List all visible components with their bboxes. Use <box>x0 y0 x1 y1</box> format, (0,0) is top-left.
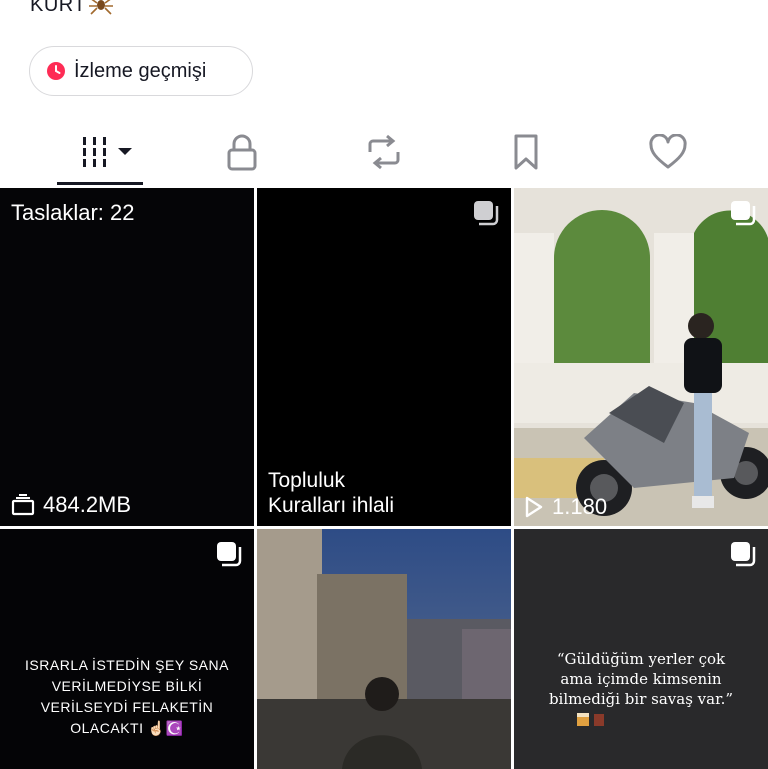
repost-icon <box>368 134 400 170</box>
heart-icon <box>649 134 687 169</box>
tab-favorites[interactable] <box>466 118 586 186</box>
quote-1-line3: VERİLSEYDİ FELAKETİN <box>40 699 214 715</box>
chevron-down-icon <box>118 148 132 155</box>
drafts-storage: 484.2MB <box>11 492 131 518</box>
quote-2-line3: bilmediği bir savaş var.” <box>548 690 734 708</box>
clock-icon <box>47 62 65 80</box>
profile-name: KURT <box>30 0 114 17</box>
lock-icon <box>227 134 257 171</box>
video-tile-quote-2[interactable]: “Güldüğüm yerler çok ama içimde kimsenin… <box>514 529 768 769</box>
violation-title-line2: Kuralları ihlali <box>268 494 395 517</box>
video-tile-city[interactable] <box>257 529 511 769</box>
quote-2-line1: “Güldüğüm yerler çok <box>556 650 726 668</box>
cigarette-icon <box>594 714 604 726</box>
quote-2-text: “Güldüğüm yerler çok ama içimde kimsenin… <box>514 649 768 727</box>
violation-title-line1: Topluluk <box>268 469 346 492</box>
quote-1-line2: VERİLMEDİYSE BİLKİ <box>51 678 203 694</box>
watch-history-label: İzleme geçmişi <box>74 59 207 82</box>
video-tile-motorcycle[interactable]: 1.180 <box>514 188 768 526</box>
multi-photo-icon <box>474 201 499 226</box>
quote-1-line4: OLACAKTI ☝🏻☪️ <box>70 720 184 736</box>
view-count: 1.180 <box>524 494 607 520</box>
multi-photo-icon <box>217 542 242 567</box>
quote-1-line1: ISRARLA İSTEDİN ŞEY SANA <box>25 657 229 673</box>
quote-2-line2: ama içimde kimsenin <box>560 670 722 688</box>
video-tile-quote-1[interactable]: ISRARLA İSTEDİN ŞEY SANA VERİLMEDİYSE Bİ… <box>0 529 254 769</box>
storage-icon <box>11 494 35 516</box>
view-count-value: 1.180 <box>552 494 608 519</box>
tab-private[interactable] <box>182 118 302 186</box>
profile-tabs <box>0 118 768 188</box>
quote-2-emojis <box>514 711 768 727</box>
drafts-tile[interactable]: Taslaklar: 22 484.2MB <box>0 188 254 526</box>
watch-history-button[interactable]: İzleme geçmişi <box>29 46 253 96</box>
bookmark-icon <box>514 134 538 170</box>
whiskey-glass-icon <box>577 713 589 726</box>
motorcycle-photo <box>514 188 768 526</box>
quote-1-text: ISRARLA İSTEDİN ŞEY SANA VERİLMEDİYSE Bİ… <box>0 655 254 739</box>
play-icon <box>525 496 543 518</box>
multi-photo-icon <box>731 542 756 567</box>
active-tab-indicator <box>57 182 143 185</box>
spider-emoji-icon <box>89 0 114 15</box>
profile-name-text: KURT <box>30 0 87 16</box>
city-photo <box>257 529 511 769</box>
tab-reposts[interactable] <box>324 118 444 186</box>
drafts-size: 484.2MB <box>43 492 132 517</box>
video-tile-violation[interactable]: Topluluk Kuralları ihlali <box>257 188 511 526</box>
tab-videos[interactable] <box>40 118 160 186</box>
tab-liked[interactable] <box>608 118 728 186</box>
drafts-count: Taslaklar: 22 <box>11 200 135 225</box>
multi-photo-icon <box>731 201 756 226</box>
